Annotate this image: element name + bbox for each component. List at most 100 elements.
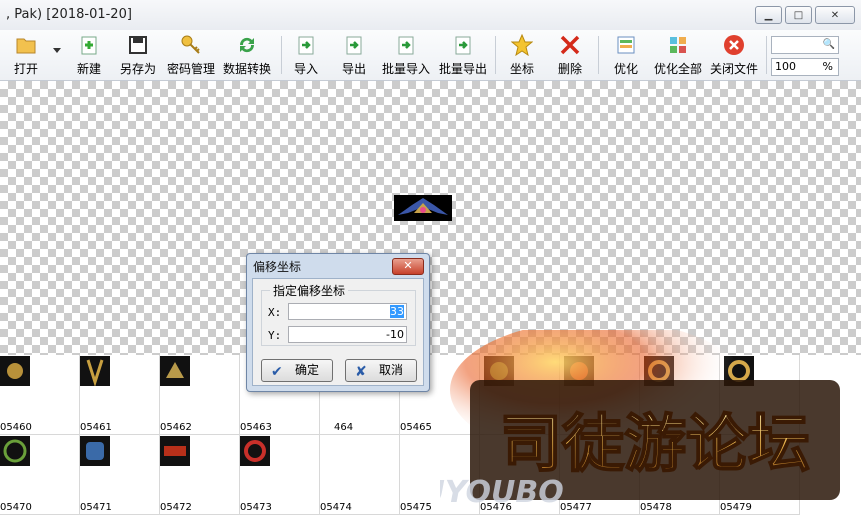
cross-icon: ✘ [355, 364, 367, 380]
optimize-all-label: 优化全部 [653, 62, 702, 76]
optimize-label: 优化 [613, 62, 638, 76]
save-as-button[interactable]: 另存为 [118, 34, 158, 78]
frame-thumbnail [160, 356, 190, 386]
new-button[interactable]: 新建 [72, 34, 106, 78]
dialog-title: 偏移坐标 [253, 260, 302, 274]
zoom-unit: % [822, 60, 833, 73]
close-file-label: 关闭文件 [709, 62, 758, 76]
frame-cell[interactable]: 05462 [160, 355, 240, 435]
frame-id: 05462 [160, 422, 192, 433]
delete-label: 删除 [557, 62, 582, 76]
offset-dialog: 偏移坐标 ✕ 指定偏移坐标 X: 33 Y: -10 ✔ 确定 ✘ 取消 [246, 253, 430, 392]
batch-import-icon [398, 36, 414, 55]
frame-id: 05471 [80, 502, 112, 513]
batch-export-label: 批量导出 [438, 62, 487, 76]
optimize-all-button[interactable]: 优化全部 [652, 34, 704, 78]
optimize-all-icon [670, 37, 686, 53]
frame-id: 05461 [80, 422, 112, 433]
optimize-icon [617, 36, 635, 54]
x-label: X: [268, 306, 282, 319]
frame-cell[interactable]: 05473 [240, 435, 320, 515]
export-icon [346, 36, 362, 55]
frame-cell[interactable]: 05460 [0, 355, 80, 435]
image-canvas[interactable] [0, 81, 861, 355]
y-input[interactable]: -10 [288, 326, 407, 343]
frame-thumbnail [0, 356, 30, 386]
zoom-input[interactable]: 100 % [771, 58, 839, 76]
frame-thumbnail [80, 356, 110, 387]
import-label: 导入 [293, 62, 318, 76]
group-label: 指定偏移坐标 [270, 282, 349, 299]
key-icon [181, 35, 200, 54]
ok-button[interactable]: ✔ 确定 [261, 359, 333, 382]
cancel-button[interactable]: ✘ 取消 [345, 359, 417, 382]
toolbar-divider [281, 36, 282, 74]
batch-import-button[interactable]: 批量导入 [380, 34, 432, 78]
batch-import-label: 批量导入 [381, 62, 430, 76]
y-value: -10 [386, 328, 404, 341]
frame-id: 05475 [400, 502, 432, 513]
chevron-down-icon [53, 48, 61, 53]
delete-icon [560, 35, 580, 55]
toolbar-divider [766, 36, 767, 74]
convert-icon [239, 37, 255, 53]
close-file-icon [724, 35, 744, 55]
search-input[interactable]: 🔍 [771, 36, 839, 54]
frame-thumbnail [0, 436, 30, 466]
svg-text:司徒游论坛: 司徒游论坛 [500, 407, 810, 480]
window-close-button[interactable]: ✕ [815, 6, 855, 24]
save-as-icon [129, 36, 147, 54]
frame-thumbnail [80, 436, 110, 466]
close-file-button[interactable]: 关闭文件 [708, 34, 760, 78]
open-button[interactable]: 打开 [8, 34, 44, 78]
sprite-preview [394, 195, 452, 221]
x-input[interactable]: 33 [288, 303, 407, 320]
delete-button[interactable]: 删除 [555, 34, 585, 78]
watermark-logo: 司徒游论坛 QUYOUBO [440, 330, 840, 510]
export-label: 导出 [341, 62, 366, 76]
frame-cell[interactable]: 05474 [320, 435, 400, 515]
frame-id: 05474 [320, 502, 352, 513]
svg-text:QUYOUBO: QUYOUBO [440, 475, 564, 510]
convert-button[interactable]: 数据转换 [222, 34, 272, 78]
save-as-label: 另存为 [119, 62, 156, 76]
frame-id: 05463 [240, 422, 272, 433]
import-button[interactable]: 导入 [291, 34, 321, 78]
optimize-button[interactable]: 优化 [611, 34, 641, 78]
window-title: , Pak) [2018-01-20] [6, 7, 132, 22]
dialog-body: 指定偏移坐标 X: 33 Y: -10 ✔ 确定 ✘ 取消 [252, 278, 424, 386]
frame-thumbnail [240, 436, 270, 466]
window-controls: ▁ □ ✕ [755, 6, 855, 24]
dialog-close-button[interactable]: ✕ [392, 258, 424, 275]
star-icon [511, 34, 533, 56]
check-icon: ✔ [271, 364, 283, 380]
coords-label: 坐标 [509, 62, 534, 76]
minimize-button[interactable]: ▁ [755, 6, 782, 24]
maximize-button[interactable]: □ [785, 6, 812, 24]
frame-id: 05472 [160, 502, 192, 513]
password-button[interactable]: 密码管理 [166, 34, 216, 78]
frame-thumbnail [160, 436, 190, 466]
x-value: 33 [390, 305, 404, 318]
toolbar-divider [495, 36, 496, 74]
frame-id: 464 [334, 422, 354, 433]
batch-export-icon [455, 36, 471, 55]
folder-icon [16, 38, 36, 54]
search-icon: 🔍 [822, 39, 835, 50]
new-label: 新建 [76, 62, 101, 76]
batch-export-button[interactable]: 批量导出 [437, 34, 489, 78]
frame-id: 05460 [0, 422, 32, 433]
export-button[interactable]: 导出 [339, 34, 369, 78]
frame-cell[interactable]: 05471 [80, 435, 160, 515]
password-label: 密码管理 [166, 62, 215, 76]
frame-id: 05465 [400, 422, 432, 433]
toolbar-divider [598, 36, 599, 74]
frame-cell[interactable]: 05461 [80, 355, 160, 435]
frame-cell[interactable]: 05470 [0, 435, 80, 515]
frame-cell[interactable]: 05472 [160, 435, 240, 515]
toolbar: 打开 新建 另存为 密码管理 数据转换 导入 导出 批量导入 批量导出 坐标 删… [0, 30, 861, 81]
title-bar: , Pak) [2018-01-20] ▁ □ ✕ [0, 0, 861, 30]
new-doc-icon [81, 36, 97, 55]
cancel-label: 取消 [379, 363, 404, 377]
coords-button[interactable]: 坐标 [507, 34, 537, 78]
